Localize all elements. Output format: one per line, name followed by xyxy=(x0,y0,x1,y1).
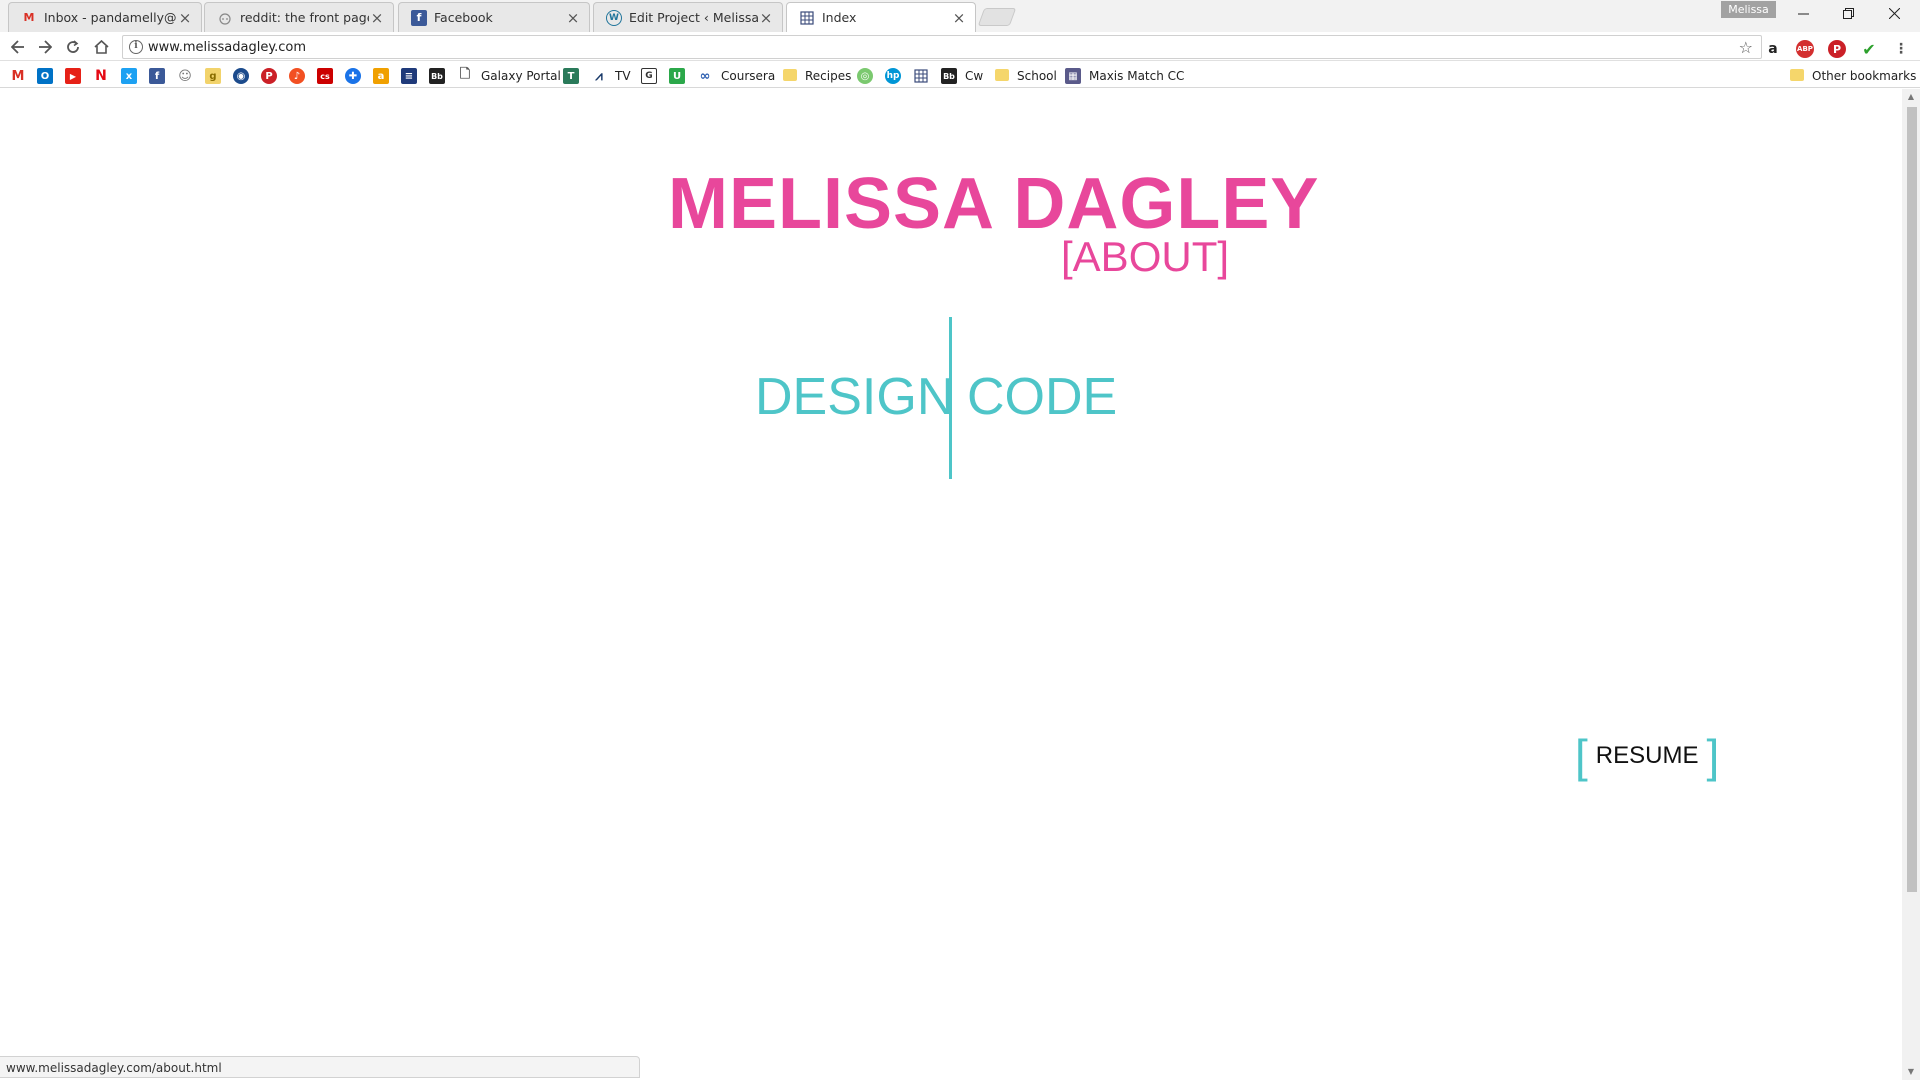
gmail-bookmark-icon[interactable]: M xyxy=(10,68,26,84)
bookmark-coursera[interactable]: Coursera xyxy=(721,69,775,83)
tree-bookmark-icon[interactable]: T xyxy=(563,68,579,84)
close-tab-icon[interactable]: × xyxy=(758,9,774,27)
other-bookmarks[interactable]: Other bookmarks xyxy=(1812,69,1916,83)
tab-title: reddit: the front page of xyxy=(240,10,369,25)
reddit-icon xyxy=(217,10,233,26)
close-tab-icon[interactable]: × xyxy=(177,9,193,27)
goodreads-bookmark-icon[interactable]: g xyxy=(205,68,221,84)
cs-bookmark-icon[interactable]: cs xyxy=(317,68,333,84)
amazon-extension-icon[interactable]: a xyxy=(1764,40,1782,58)
u-bookmark-icon[interactable]: U xyxy=(669,68,685,84)
bookmarks-bar: M O ▶ N x f ☺ g ◉ P ♪ cs ✚ a ≡ Bb 🗋 Gala… xyxy=(0,62,1920,88)
reddit-bookmark-icon[interactable]: ☺ xyxy=(177,68,193,84)
pinterest-extension-icon[interactable]: P xyxy=(1828,40,1846,58)
new-tab-button[interactable] xyxy=(977,8,1017,26)
page-content: MELISSA DAGLEY [ABOUT] DESIGN CODE [ RES… xyxy=(0,89,1902,1056)
home-icon[interactable] xyxy=(89,35,113,59)
youtube-bookmark-icon[interactable]: ▶ xyxy=(65,68,81,84)
pinterest-bookmark-icon[interactable]: P xyxy=(261,68,277,84)
site-info-icon[interactable]: i xyxy=(129,40,143,54)
music-bookmark-icon[interactable]: ♪ xyxy=(289,68,305,84)
bookmark-maxis-match-cc[interactable]: Maxis Match CC xyxy=(1089,69,1184,83)
resume-label: RESUME xyxy=(1595,742,1699,769)
doc-bookmark-icon[interactable]: G xyxy=(641,68,657,84)
tab-index[interactable]: Index × xyxy=(786,2,976,32)
wordpress-icon: W xyxy=(606,9,622,26)
tab-gmail[interactable]: M Inbox - pandamelly@gm × xyxy=(8,2,202,32)
design-link[interactable]: DESIGN xyxy=(755,371,954,423)
folder-icon xyxy=(783,69,797,81)
bookmark-star-icon[interactable]: ☆ xyxy=(1739,38,1753,57)
forward-icon[interactable] xyxy=(33,35,57,59)
tab-wordpress[interactable]: W Edit Project ‹ Melissa Da × xyxy=(593,2,783,32)
browser-toolbar: i www.melissadagley.com ☆ a ABP P ✔ ⋮ xyxy=(0,32,1920,61)
page-bookmark-icon: 🗋 xyxy=(459,67,471,82)
restore-icon[interactable] xyxy=(1826,0,1870,26)
menu-kebab-icon[interactable]: ⋮ xyxy=(1892,40,1910,58)
tab-title: Index xyxy=(822,10,857,25)
about-link[interactable]: [ABOUT] xyxy=(1061,236,1229,278)
close-tab-icon[interactable]: × xyxy=(369,9,385,27)
profile-button[interactable]: Melissa xyxy=(1721,1,1776,18)
folder-icon xyxy=(1790,69,1804,81)
bookmark-galaxy-portal[interactable]: Galaxy Portal xyxy=(481,69,561,83)
bracket-close: ] xyxy=(1706,730,1720,782)
globe-bookmark-icon[interactable]: ◉ xyxy=(233,68,249,84)
x-bookmark-icon[interactable]: x xyxy=(121,68,137,84)
tab-reddit[interactable]: reddit: the front page of × xyxy=(204,2,394,32)
resume-link[interactable]: [ RESUME ] xyxy=(1575,730,1720,782)
bookmark-tv[interactable]: TV xyxy=(615,69,631,83)
blue-circle-bookmark-icon[interactable]: ✚ xyxy=(345,68,361,84)
chart-bookmark-icon[interactable]: ⩘ xyxy=(591,68,607,84)
address-bar[interactable]: i www.melissadagley.com ☆ xyxy=(122,35,1762,59)
close-window-icon[interactable] xyxy=(1872,0,1916,26)
facebook-icon: f xyxy=(411,9,427,26)
code-link[interactable]: CODE xyxy=(967,371,1117,423)
status-bar-url: www.melissadagley.com/about.html xyxy=(0,1056,640,1078)
outlook-bookmark-icon[interactable]: O xyxy=(37,68,53,84)
bookmark-cw[interactable]: Cw xyxy=(965,69,983,83)
tab-title: Facebook xyxy=(434,10,493,25)
news-bookmark-icon[interactable]: ≡ xyxy=(401,68,417,84)
tab-title: Edit Project ‹ Melissa Da xyxy=(629,10,758,25)
adblock-extension-icon[interactable]: ABP xyxy=(1796,40,1814,58)
netflix-bookmark-icon[interactable]: N xyxy=(93,68,109,84)
leaf-bookmark-icon[interactable]: ◎ xyxy=(857,68,873,84)
vertical-scrollbar[interactable]: ▲ ▼ xyxy=(1902,89,1920,1080)
checkmark-extension-icon[interactable]: ✔ xyxy=(1860,40,1878,59)
close-tab-icon[interactable]: × xyxy=(565,9,581,27)
address-url[interactable]: www.melissadagley.com xyxy=(148,40,306,55)
scroll-down-arrow-icon[interactable]: ▼ xyxy=(1902,1064,1920,1080)
blackboard-bookmark-icon[interactable]: Bb xyxy=(429,68,445,84)
tab-facebook[interactable]: f Facebook × xyxy=(398,2,590,32)
bracket-open: [ xyxy=(1575,730,1588,782)
amazon-bookmark-icon[interactable]: a xyxy=(373,68,389,84)
gmail-icon: M xyxy=(23,11,35,24)
reload-icon[interactable] xyxy=(61,35,85,59)
hp-bookmark-icon[interactable]: hp xyxy=(885,68,901,84)
tab-strip: M Inbox - pandamelly@gm × reddit: the fr… xyxy=(0,0,1920,32)
scroll-thumb[interactable] xyxy=(1907,107,1917,892)
site-title[interactable]: MELISSA DAGLEY xyxy=(668,168,1319,240)
close-tab-icon[interactable]: × xyxy=(951,9,967,27)
blackboard-cw-icon: Bb xyxy=(941,68,957,84)
minimize-icon[interactable] xyxy=(1781,0,1825,26)
coursera-bookmark-icon: ∞ xyxy=(699,68,711,84)
maxis-bookmark-icon: ▦ xyxy=(1065,68,1081,84)
nav-divider xyxy=(949,317,952,479)
scroll-up-arrow-icon[interactable]: ▲ xyxy=(1902,89,1920,105)
bookmark-recipes[interactable]: Recipes xyxy=(805,69,851,83)
grid-bookmark-icon[interactable] xyxy=(913,68,929,84)
facebook-bookmark-icon[interactable]: f xyxy=(149,68,165,84)
grid-page-icon xyxy=(799,10,815,26)
folder-icon xyxy=(995,69,1009,81)
tab-title: Inbox - pandamelly@gm xyxy=(44,10,177,25)
bookmark-school[interactable]: School xyxy=(1017,69,1057,83)
back-icon[interactable] xyxy=(6,35,30,59)
